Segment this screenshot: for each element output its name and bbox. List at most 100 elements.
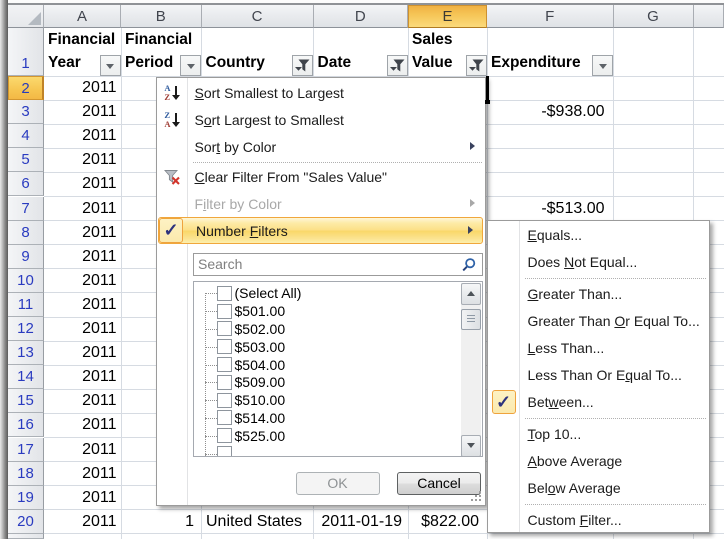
cell-A15[interactable]: 2011 (46, 389, 117, 413)
filter-value-item[interactable]: $501.00 (194, 302, 460, 320)
row-header-17[interactable]: 17 (8, 438, 44, 462)
value-checkbox[interactable] (217, 304, 232, 319)
scroll-down-button[interactable] (461, 435, 481, 457)
scroll-up-button[interactable] (461, 283, 481, 305)
filter-button-f[interactable] (592, 55, 613, 76)
row-header-5[interactable]: 5 (8, 148, 44, 172)
cell-A16[interactable]: 2011 (46, 413, 117, 437)
search-input[interactable] (194, 254, 482, 275)
row-header-20[interactable]: 20 (8, 510, 44, 534)
row-header-8[interactable]: 8 (8, 221, 44, 245)
filter-button-c-active[interactable] (292, 55, 313, 76)
cell-A6[interactable]: 2011 (46, 172, 117, 196)
cell-A3[interactable]: 2011 (46, 100, 117, 124)
row-header-19[interactable]: 19 (8, 486, 44, 510)
cell-A5[interactable]: 2011 (46, 148, 117, 172)
row-header-6[interactable]: 6 (8, 172, 44, 196)
row-header-7[interactable]: 7 (8, 197, 44, 221)
row-header-16[interactable]: 16 (8, 413, 44, 437)
value-checkbox[interactable] (217, 428, 232, 443)
row-header-10[interactable]: 10 (8, 269, 44, 293)
filter-value-item[interactable]: $503.00 (194, 338, 460, 356)
row-header-14[interactable]: 14 (8, 365, 44, 389)
cell-A17[interactable]: 2011 (46, 438, 117, 462)
resize-grip-icon[interactable] (471, 491, 483, 503)
filter-value-item[interactable]: $509.00 (194, 374, 460, 392)
cell-B20[interactable]: 1 (123, 510, 194, 534)
filter-button-a[interactable] (100, 55, 121, 76)
cell-F3[interactable]: -$938.00 (489, 100, 605, 124)
filter-value-item[interactable]: $502.00 (194, 320, 460, 338)
filter-value-item[interactable]: $510.00 (194, 391, 460, 409)
row-header-2[interactable]: 2 (8, 76, 44, 100)
menu-item-number-filters[interactable]: Number Filters (158, 217, 483, 244)
cell-A2[interactable]: 2011 (46, 76, 117, 100)
value-checkbox[interactable] (217, 393, 232, 408)
cancel-button[interactable]: Cancel (397, 472, 481, 495)
cell-A8[interactable]: 2011 (46, 221, 117, 245)
cell-A12[interactable]: 2011 (46, 317, 117, 341)
cell-A11[interactable]: 2011 (46, 293, 117, 317)
row-header-11[interactable]: 11 (8, 293, 44, 317)
column-header-G[interactable]: G (614, 5, 694, 28)
filter-button-d-active[interactable] (387, 55, 408, 76)
filter-button-e-active[interactable] (466, 55, 487, 76)
filter-value-item[interactable]: $525.00 (194, 427, 460, 445)
cell-E20[interactable]: $822.00 (410, 510, 479, 534)
row-header-partial[interactable] (8, 534, 44, 539)
submenu-item-does-not-equal[interactable]: Does Not Equal... (489, 249, 708, 276)
cell-A18[interactable]: 2011 (46, 462, 117, 486)
row-header-3[interactable]: 3 (8, 100, 44, 124)
column-header-B[interactable]: B (121, 5, 202, 28)
cell-C20[interactable]: United States (204, 510, 314, 534)
cell-A4[interactable]: 2011 (46, 124, 117, 148)
value-checkbox[interactable] (217, 357, 232, 372)
row-header-12[interactable]: 12 (8, 317, 44, 341)
row-header-13[interactable]: 13 (8, 341, 44, 365)
row-header-1[interactable]: 1 (8, 28, 44, 76)
search-box[interactable] (193, 253, 483, 276)
cell-A13[interactable]: 2011 (46, 341, 117, 365)
submenu-item-greater-than[interactable]: Greater Than... (489, 281, 708, 308)
value-checkbox[interactable] (217, 446, 232, 456)
list-scrollbar[interactable] (461, 283, 481, 457)
value-checkbox[interactable] (217, 321, 232, 336)
value-checkbox[interactable] (217, 410, 232, 425)
column-header-partial[interactable] (694, 5, 724, 28)
submenu-item-less-than-or-equal-to[interactable]: Less Than Or Equal To... (489, 362, 708, 389)
menu-item-sort-by-color[interactable]: Sort by Color (158, 133, 484, 160)
menu-item-filter-by-color[interactable]: Filter by Color (158, 190, 484, 217)
row-header-9[interactable]: 9 (8, 245, 44, 269)
ok-button[interactable]: OK (296, 472, 380, 495)
submenu-item-custom-filter[interactable]: Custom Filter... (489, 507, 708, 534)
filter-value-item[interactable]: $514.00 (194, 409, 460, 427)
cell-A9[interactable]: 2011 (46, 245, 117, 269)
submenu-item-top-10[interactable]: Top 10... (489, 421, 708, 448)
cell-A7[interactable]: 2011 (46, 197, 117, 221)
submenu-item-above-average[interactable]: Above Average (489, 448, 708, 475)
value-checkbox[interactable] (217, 375, 232, 390)
column-header-F[interactable]: F (487, 5, 614, 28)
submenu-item-equals[interactable]: Equals... (489, 222, 708, 249)
select-all-corner[interactable] (8, 5, 44, 28)
row-header-18[interactable]: 18 (8, 462, 44, 486)
cell-A20[interactable]: 2011 (46, 510, 117, 534)
submenu-item-below-average[interactable]: Below Average (489, 475, 708, 502)
cell-A10[interactable]: 2011 (46, 269, 117, 293)
filter-value-item[interactable]: (Select All) (194, 285, 460, 303)
column-header-D[interactable]: D (314, 5, 409, 28)
cell-A14[interactable]: 2011 (46, 365, 117, 389)
scrollbar-thumb[interactable] (461, 309, 481, 330)
submenu-item-greater-than-or-equal-to[interactable]: Greater Than Or Equal To... (489, 308, 708, 335)
filter-value-item[interactable]: $504.00 (194, 356, 460, 374)
filter-button-b[interactable] (180, 55, 201, 76)
value-checkbox[interactable] (217, 339, 232, 354)
submenu-item-between[interactable]: Between... (489, 389, 708, 416)
menu-item-sort-largest-to-smallest[interactable]: ZASort Largest to Smallest (158, 106, 484, 133)
row-header-15[interactable]: 15 (8, 389, 44, 413)
value-checkbox[interactable] (217, 286, 232, 301)
column-header-E[interactable]: E (408, 5, 487, 28)
cell-A19[interactable]: 2011 (46, 486, 117, 510)
menu-item-clear-filter-from-sales-value[interactable]: Clear Filter From "Sales Value" (158, 163, 484, 190)
cell-F7[interactable]: -$513.00 (489, 197, 605, 221)
